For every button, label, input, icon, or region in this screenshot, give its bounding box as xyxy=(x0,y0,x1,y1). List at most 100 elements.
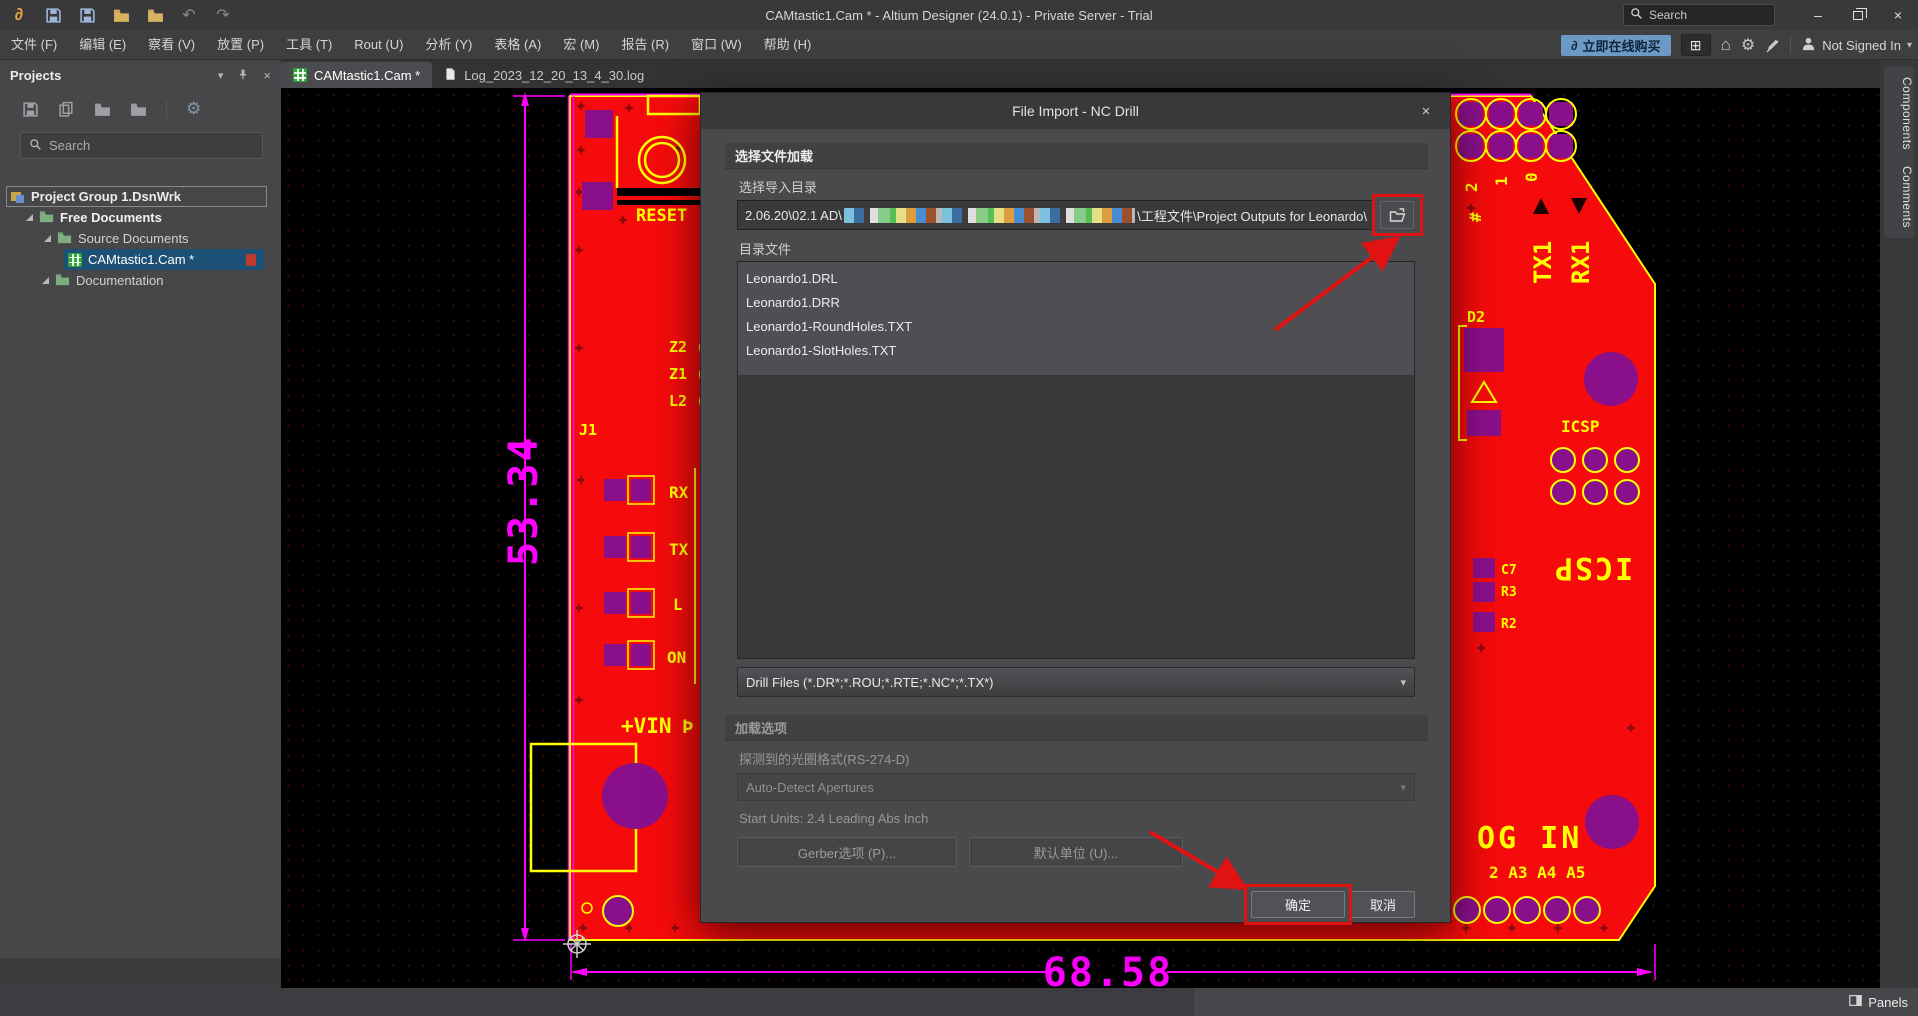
menu-window[interactable]: 窗口 (W) xyxy=(680,30,753,59)
home-icon[interactable]: ⌂ xyxy=(1721,35,1731,55)
dir-files-label: 目录文件 xyxy=(739,239,791,258)
annotations-pencil-icon[interactable] xyxy=(1765,38,1780,53)
menu-view[interactable]: 察看 (V) xyxy=(137,30,206,59)
altium-logo-icon: ∂ xyxy=(10,6,28,24)
svg-text:Þ: Þ xyxy=(682,716,693,738)
tab-components[interactable]: Components xyxy=(1884,67,1914,160)
svg-text:D2: D2 xyxy=(1467,308,1485,326)
restore-icon xyxy=(1853,11,1863,20)
panel-close-icon[interactable]: × xyxy=(263,68,271,83)
panels-button[interactable]: Panels xyxy=(1849,988,1908,1016)
file-type-filter-dropdown[interactable]: Drill Files (*.DR*;*.ROU;*.RTE;*.NC*;*.T… xyxy=(737,667,1415,697)
altium-designer-window: ∂ ↶ ↷ CAMtastic1.Cam * - Altium Designer… xyxy=(0,0,1918,1016)
status-bar: Panels xyxy=(0,988,1918,1016)
projects-search-box[interactable]: Search xyxy=(20,132,263,159)
undo-icon[interactable]: ↶ xyxy=(180,6,198,24)
tree-item-free-documents[interactable]: Free Documents xyxy=(0,207,281,228)
aperture-format-label: 探测到的光圈格式(RS-274-D) xyxy=(739,749,909,768)
right-panel-strip: Components Comments xyxy=(1880,60,1918,988)
search-icon xyxy=(29,138,42,154)
settings-gear-icon[interactable]: ⚙ xyxy=(1741,35,1755,55)
file-import-nc-drill-dialog: File Import - NC Drill × 选择文件加载 选择导入目录 2… xyxy=(700,92,1451,923)
dimension-vertical-label: 53.34 xyxy=(501,436,547,566)
tree-item-camtastic-document[interactable]: CAMtastic1.Cam * xyxy=(64,249,264,270)
restore-button[interactable] xyxy=(1838,0,1878,30)
chevron-down-icon: ▾ xyxy=(1400,781,1406,794)
tree-item-source-documents[interactable]: Source Documents xyxy=(0,228,281,249)
open-document-icon[interactable] xyxy=(146,6,164,24)
svg-text:2 A3 A4 A5: 2 A3 A4 A5 xyxy=(1489,863,1585,882)
svg-text:+VIN: +VIN xyxy=(621,714,672,738)
start-units-text: Start Units: 2.4 Leading Abs Inch xyxy=(739,811,928,826)
menu-macro[interactable]: 宏 (M) xyxy=(552,30,610,59)
log-file-icon xyxy=(444,67,457,84)
svg-text:TX1: TX1 xyxy=(1529,241,1557,284)
panel-menu-caret-icon[interactable]: ▾ xyxy=(218,69,224,82)
save-all-icon[interactable] xyxy=(78,6,96,24)
explore-folder-icon[interactable] xyxy=(94,101,111,118)
comment-button[interactable]: ⊞ xyxy=(1681,34,1711,56)
default-units-button[interactable]: 默认单位 (U)... xyxy=(969,837,1183,867)
expander-icon[interactable] xyxy=(44,235,51,242)
menu-tables[interactable]: 表格 (A) xyxy=(483,30,552,59)
tab-comments[interactable]: Comments xyxy=(1884,156,1914,238)
svg-text:ICSP: ICSP xyxy=(1553,550,1633,585)
sign-in-label: Not Signed In xyxy=(1822,38,1901,53)
modified-indicator xyxy=(246,254,256,266)
menu-help[interactable]: 帮助 (H) xyxy=(753,30,823,59)
global-search-box[interactable]: Search xyxy=(1623,4,1775,26)
expander-icon[interactable] xyxy=(26,214,33,221)
save-project-icon[interactable] xyxy=(22,101,39,118)
global-search-placeholder: Search xyxy=(1649,8,1687,22)
dimension-horizontal-label: 68.58 xyxy=(1043,950,1173,988)
expander-icon[interactable] xyxy=(42,277,49,284)
chevron-down-icon: ▾ xyxy=(1907,40,1912,51)
menu-edit[interactable]: 编辑 (E) xyxy=(68,30,137,59)
svg-text:ICSP: ICSP xyxy=(1561,417,1600,436)
tree-item-documentation[interactable]: Documentation xyxy=(0,270,281,291)
gerber-options-button[interactable]: Gerber选项 (P)... xyxy=(737,837,957,867)
path-prefix: 2.06.20\02.1 AD\ xyxy=(745,208,842,223)
redo-icon[interactable]: ↷ xyxy=(214,6,232,24)
annotation-box-ok xyxy=(1244,884,1352,925)
import-path-input[interactable]: 2.06.20\02.1 AD\ \工程文件\Project Outputs fo… xyxy=(737,200,1375,230)
svg-text:C7: C7 xyxy=(1501,563,1517,578)
file-list[interactable]: Leonardo1.DRL Leonardo1.DRR Leonardo1-Ro… xyxy=(737,261,1415,659)
file-row[interactable]: Leonardo1-RoundHoles.TXT xyxy=(738,315,1414,339)
menu-tools[interactable]: 工具 (T) xyxy=(275,30,343,59)
folder-settings-icon[interactable] xyxy=(130,101,147,118)
tree-item-project-group[interactable]: Project Group 1.DsnWrk xyxy=(6,186,267,207)
buy-online-button[interactable]: ∂ 立即在线购买 xyxy=(1561,35,1670,56)
save-icon[interactable] xyxy=(44,6,62,24)
panels-icon xyxy=(1849,994,1862,1010)
dialog-title: File Import - NC Drill xyxy=(1012,103,1139,119)
minimize-button[interactable]: – xyxy=(1798,0,1838,30)
document-tab-bar: CAMtastic1.Cam * Log_2023_12_20_13_4_30.… xyxy=(281,60,1880,88)
menu-file[interactable]: 文件 (F) xyxy=(0,30,68,59)
dialog-close-icon[interactable]: × xyxy=(1416,101,1436,121)
dialog-title-bar[interactable]: File Import - NC Drill × xyxy=(701,93,1450,129)
panel-gear-icon[interactable]: ⚙ xyxy=(186,99,201,119)
file-row[interactable]: Leonardo1-SlotHoles.TXT xyxy=(738,339,1414,363)
annotation-box-browse xyxy=(1372,194,1423,236)
svg-text:R3: R3 xyxy=(1501,585,1517,600)
panel-pin-icon[interactable] xyxy=(237,68,249,83)
menu-rout[interactable]: Rout (U) xyxy=(343,30,414,59)
doc-tab-log[interactable]: Log_2023_12_20_13_4_30.log xyxy=(432,62,656,88)
file-row[interactable]: Leonardo1.DRL xyxy=(738,267,1414,291)
file-row[interactable]: Leonardo1.DRR xyxy=(738,291,1414,315)
menu-reports[interactable]: 报告 (R) xyxy=(610,30,680,59)
close-button[interactable]: × xyxy=(1878,0,1918,30)
open-folder-icon[interactable] xyxy=(112,6,130,24)
menu-place[interactable]: 放置 (P) xyxy=(206,30,275,59)
folder-icon xyxy=(39,209,54,227)
workspace-icon xyxy=(10,189,25,204)
doc-tab-camtastic[interactable]: CAMtastic1.Cam * xyxy=(281,62,432,88)
copy-documents-icon[interactable] xyxy=(58,101,75,118)
menu-analysis[interactable]: 分析 (Y) xyxy=(414,30,483,59)
path-suffix: \工程文件\Project Outputs for Leonardo\ xyxy=(1137,206,1367,225)
sign-in-menu[interactable]: Not Signed In ▾ xyxy=(1801,36,1912,54)
svg-text:J1: J1 xyxy=(579,421,597,439)
cancel-button[interactable]: 取消 xyxy=(1351,891,1415,918)
svg-text:RX1: RX1 xyxy=(1567,241,1595,284)
